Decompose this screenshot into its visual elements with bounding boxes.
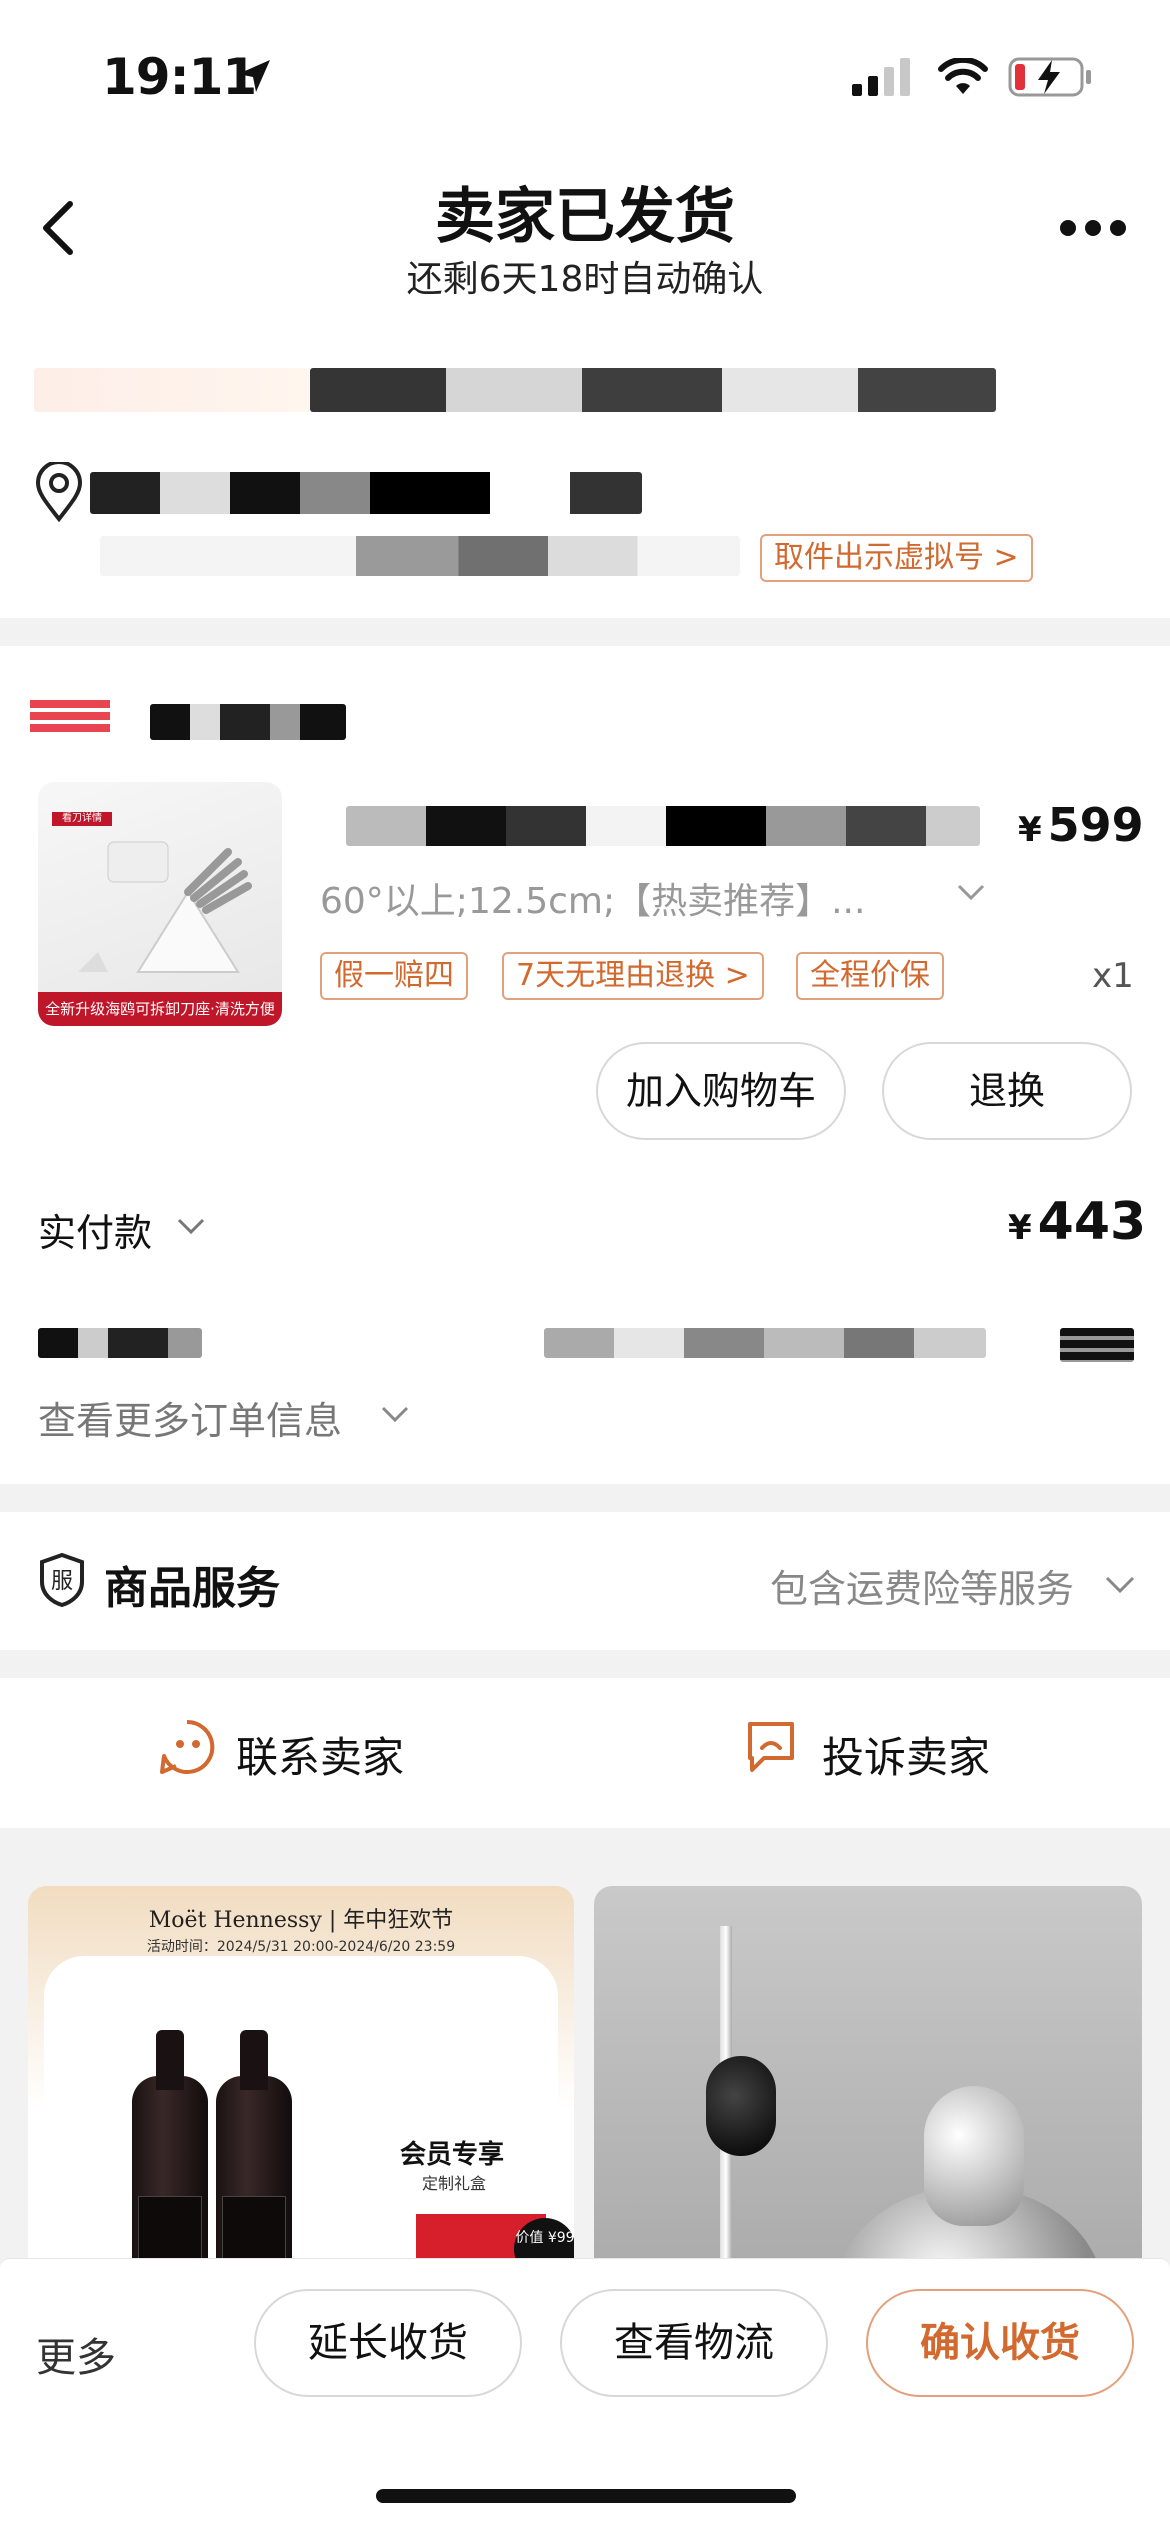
tag-fake-compensation[interactable]: 假一赔四: [320, 952, 468, 1000]
product-sku[interactable]: 60°以上;12.5cm;【热卖推荐】...: [320, 872, 865, 924]
paid-amount: ¥443: [1008, 1192, 1147, 1252]
promo-brand: Moët Hennessy | 年中狂欢节: [148, 1908, 454, 1933]
service-title: 商品服务: [104, 1563, 280, 1614]
member-exclusive-label: 会员专享: [400, 2140, 505, 2170]
redacted-copy-button: [1060, 1328, 1134, 1362]
chevron-down-icon[interactable]: [956, 882, 986, 902]
pickup-virtual-number-button[interactable]: 取件出示虚拟号 >: [760, 534, 1033, 582]
paid-amount-label[interactable]: 实付款: [38, 1202, 152, 1257]
car-key-image: [706, 2056, 776, 2156]
nav-header: 卖家已发货 还剩6天18时自动确认: [0, 140, 1170, 300]
add-to-cart-button[interactable]: 加入购物车: [596, 1042, 846, 1140]
bear-figure-image: [924, 2086, 1024, 2226]
redacted-product-title: [346, 806, 980, 846]
bottom-action-bar: 更多 延长收货 查看物流 确认收货: [0, 2258, 1170, 2532]
product-service-row[interactable]: 服 商品服务 包含运费险等服务: [0, 1512, 1170, 1650]
redacted-recipient-name: [90, 472, 642, 514]
redacted-order-number-label: [38, 1328, 202, 1358]
location-pin-icon: [35, 462, 83, 522]
product-price: ¥599: [1018, 798, 1144, 852]
more-options-icon[interactable]: [1058, 218, 1128, 238]
tag-seven-day-return[interactable]: 7天无理由退换 >: [502, 952, 764, 1000]
battery-charging-icon: [1008, 57, 1091, 97]
thumbnail-banner: 全新升级海鸥可拆卸刀座·清洗方便: [38, 992, 282, 1026]
chevron-down-icon[interactable]: [1104, 1574, 1136, 1594]
svg-text:服: 服: [51, 1569, 73, 1594]
complain-seller-button[interactable]: 投诉卖家: [822, 1724, 990, 1785]
product-thumbnail[interactable]: 看刀详情 全新升级海鸥可拆卸刀座·清洗方便: [38, 782, 282, 1026]
chevron-down-icon[interactable]: [380, 1404, 410, 1424]
confirm-receipt-button[interactable]: 确认收货: [866, 2289, 1134, 2397]
shop-logo[interactable]: [30, 700, 110, 734]
promo-date: 活动时间：2024/5/31 20:00-2024/6/20 23:59: [146, 1939, 456, 1955]
wifi-icon: [938, 58, 988, 94]
location-arrow-icon: [238, 60, 270, 92]
redacted-shop-name: [150, 704, 346, 740]
service-shield-icon: 服: [40, 1552, 84, 1608]
redacted-address: [100, 536, 740, 576]
delivery-address-card[interactable]: 取件出示虚拟号 >: [0, 300, 1170, 618]
product-quantity: x1: [1092, 956, 1134, 996]
redacted-logistics-info: [34, 368, 310, 412]
view-logistics-button[interactable]: 查看物流: [560, 2289, 828, 2397]
page-title: 卖家已发货: [435, 182, 735, 252]
contact-seller-icon[interactable]: [158, 1718, 216, 1776]
order-detail-page: 19:11 卖家已发货 还剩6天18时自动确认 取件出示虚拟号 > 看刀详情 全…: [0, 0, 1170, 2532]
contact-seller-button[interactable]: 联系卖家: [236, 1724, 404, 1785]
more-order-info-link[interactable]: 查看更多订单信息: [38, 1390, 342, 1445]
return-exchange-button[interactable]: 退换: [882, 1042, 1132, 1140]
chevron-down-icon[interactable]: [176, 1216, 206, 1236]
knife-block-image: [78, 841, 252, 973]
cellular-signal-icon: [852, 58, 910, 96]
complain-seller-icon[interactable]: [744, 1718, 798, 1774]
tag-price-protection[interactable]: 全程价保: [796, 952, 944, 1000]
home-indicator[interactable]: [376, 2489, 796, 2503]
contact-row: 联系卖家 投诉卖家: [0, 1678, 1170, 1828]
custom-gift-box-label: 定制礼盒: [422, 2174, 487, 2193]
service-summary: 包含运费险等服务: [770, 1567, 1075, 1611]
order-card: 看刀详情 全新升级海鸥可拆卸刀座·清洗方便 ¥599 60°以上;12.5cm;…: [0, 646, 1170, 1484]
more-button[interactable]: 更多: [36, 2325, 116, 2383]
redacted-order-number: [544, 1328, 986, 1358]
redacted-logistics-info: [310, 368, 996, 412]
status-bar: 19:11: [0, 0, 1170, 140]
extend-receipt-button[interactable]: 延长收货: [254, 2289, 522, 2397]
auto-confirm-countdown: 还剩6天18时自动确认: [406, 259, 764, 300]
